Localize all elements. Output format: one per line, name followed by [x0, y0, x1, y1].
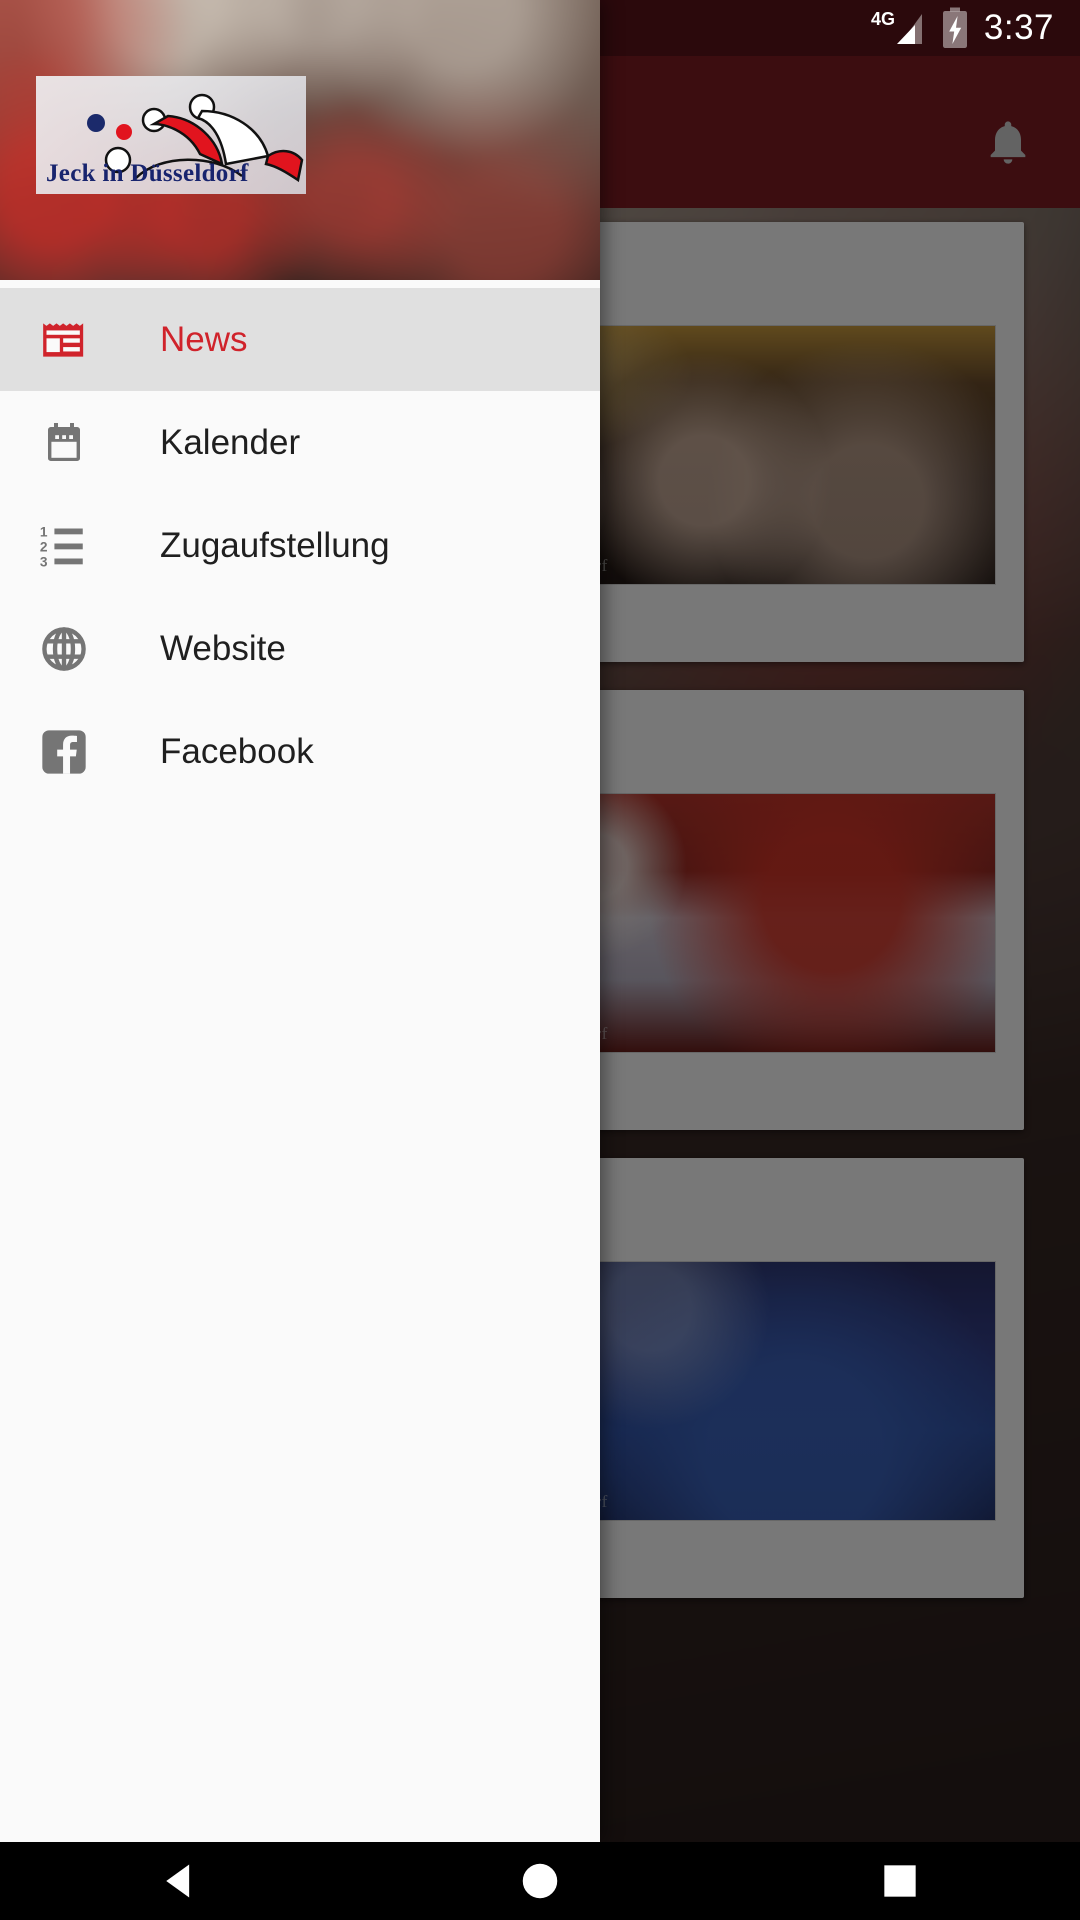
facebook-icon	[34, 722, 94, 782]
sidebar-item-zugaufstellung[interactable]: 1 2 3 Zugaufstellung	[0, 494, 600, 597]
sidebar-item-website[interactable]: Website	[0, 597, 600, 700]
svg-text:2: 2	[40, 539, 48, 554]
sidebar-item-label: Kalender	[160, 422, 301, 462]
svg-text:4G: 4G	[871, 9, 895, 29]
svg-text:3: 3	[40, 554, 48, 569]
newspaper-icon	[34, 310, 94, 370]
home-circle-icon	[522, 1863, 558, 1899]
sidebar-item-facebook[interactable]: Facebook	[0, 700, 600, 803]
globe-icon	[34, 619, 94, 679]
signal-bars-icon: 4G	[870, 8, 926, 48]
sidebar-item-label: News	[160, 319, 248, 359]
drawer-menu-list: News Kalender 1 2 3 Zugaufstellung Websi…	[0, 280, 600, 803]
calendar-icon	[34, 413, 94, 473]
battery-charging-icon	[940, 7, 970, 49]
navigation-drawer: Jeck in Düsseldorf News Kalender 1 2 3 Z…	[0, 0, 600, 1842]
nav-back-button[interactable]	[120, 1842, 240, 1920]
nav-home-button[interactable]	[480, 1842, 600, 1920]
sidebar-item-news[interactable]: News	[0, 288, 600, 391]
recents-square-icon	[884, 1865, 916, 1897]
svg-text:1: 1	[40, 524, 48, 539]
sidebar-item-label: Facebook	[160, 731, 314, 771]
app-logo: Jeck in Düsseldorf	[36, 76, 306, 194]
numbered-list-icon: 1 2 3	[34, 516, 94, 576]
status-bar: 4G 3:37	[0, 0, 1080, 56]
sidebar-item-kalender[interactable]: Kalender	[0, 391, 600, 494]
back-triangle-icon	[166, 1864, 190, 1898]
app-logo-text: Jeck in Düsseldorf	[46, 160, 249, 187]
sidebar-item-label: Website	[160, 628, 286, 668]
android-navigation-bar	[0, 1842, 1080, 1920]
status-bar-clock: 3:37	[983, 8, 1054, 47]
nav-recents-button[interactable]	[840, 1842, 960, 1920]
sidebar-item-label: Zugaufstellung	[160, 525, 390, 565]
